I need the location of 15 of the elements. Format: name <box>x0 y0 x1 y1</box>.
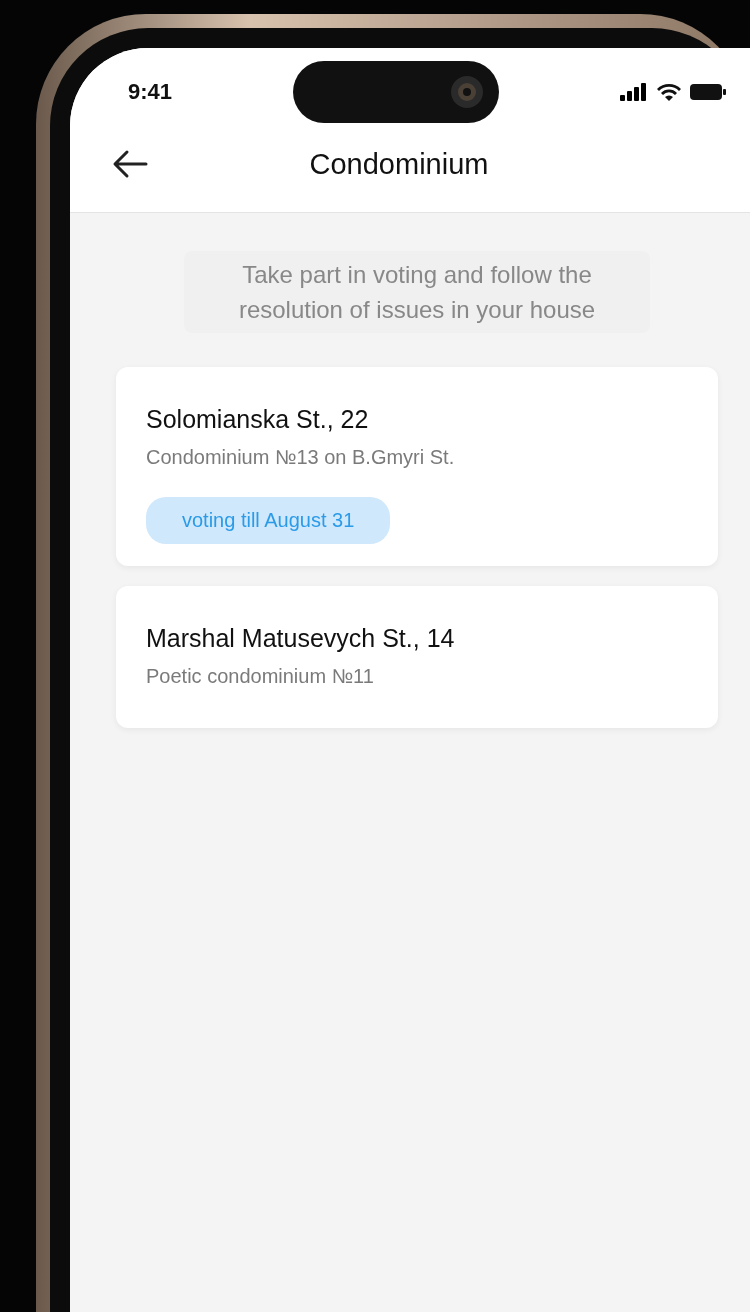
wifi-icon <box>656 83 682 101</box>
camera-icon <box>449 74 485 110</box>
address-title: Marshal Matusevych St., 14 <box>146 624 455 653</box>
screen-title: Condominium <box>308 147 490 181</box>
address-title: Solomianska St., 22 <box>146 405 369 434</box>
battery-icon <box>690 83 726 101</box>
card-background[interactable]: Marshal Matusevych St., 14 Poetic condominium №11 <box>116 586 718 728</box>
intro-text: Take part in voting and follow the resolution of issues in your house <box>184 251 650 333</box>
voting-deadline-badge: voting till August 31 <box>146 497 391 544</box>
back-arrow-icon[interactable] <box>112 149 148 179</box>
status-time: 9:41 <box>128 79 173 105</box>
condominium-name: Condominium №13 on B.Gmyri St. <box>146 446 455 469</box>
signal-icon <box>620 83 648 101</box>
card-background[interactable]: Solomianska St., 22 Condominium №13 on B.Gmyri St. voting till August 31 <box>116 367 718 566</box>
condominium-name: Poetic condominium №11 <box>146 665 374 688</box>
